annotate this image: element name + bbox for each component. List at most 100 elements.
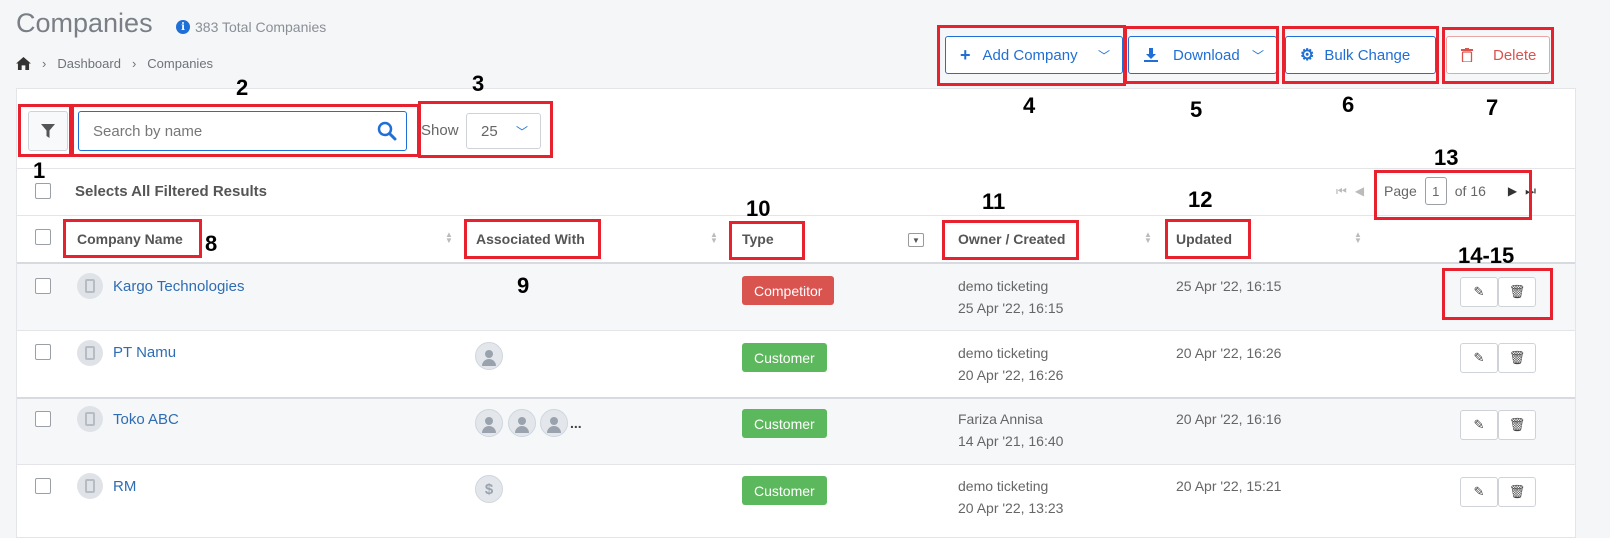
row-delete-button[interactable]: 🗑 bbox=[1498, 410, 1536, 440]
column-updated[interactable]: Updated bbox=[1176, 231, 1232, 247]
more-associations[interactable]: ... bbox=[570, 412, 582, 434]
next-page-icon[interactable]: ▶ bbox=[1508, 184, 1517, 198]
type-filter-dropdown[interactable]: ▼ bbox=[908, 233, 924, 247]
company-name-link[interactable]: RM bbox=[113, 478, 136, 495]
edit-button[interactable]: ✎ bbox=[1460, 410, 1498, 440]
column-associated-with[interactable]: Associated With bbox=[476, 231, 585, 247]
chevron-down-icon: ﹀ bbox=[1251, 48, 1264, 63]
search-icon[interactable] bbox=[377, 121, 397, 141]
trash-icon: 🗑 bbox=[1508, 484, 1526, 499]
trash-icon bbox=[1461, 48, 1473, 62]
add-company-button[interactable]: + Add Company ﹀ bbox=[945, 36, 1123, 74]
breadcrumb-separator: › bbox=[42, 56, 47, 71]
row-delete-button[interactable]: 🗑 bbox=[1498, 343, 1536, 373]
company-icon bbox=[77, 473, 103, 499]
breadcrumb-dashboard[interactable]: Dashboard bbox=[57, 56, 121, 71]
edit-button[interactable]: ✎ bbox=[1460, 477, 1498, 507]
annotation-number: 14-15 bbox=[1458, 243, 1515, 268]
edit-button[interactable]: ✎ bbox=[1460, 277, 1498, 307]
total-companies-text: 383 Total Companies bbox=[195, 19, 327, 35]
divider bbox=[17, 464, 1575, 465]
show-select[interactable]: 25 ﹀ bbox=[466, 113, 541, 149]
company-name-link[interactable]: PT Namu bbox=[113, 344, 176, 361]
owner-created: demo ticketing 20 Apr '22, 16:26 bbox=[958, 342, 1063, 386]
sort-icon[interactable]: ▲ ▼ bbox=[1144, 231, 1152, 245]
row-delete-button[interactable]: 🗑 bbox=[1498, 477, 1536, 507]
page-label: Page bbox=[1384, 183, 1417, 199]
sort-icon[interactable]: ▲ ▼ bbox=[1354, 231, 1362, 245]
user-avatar-icon[interactable] bbox=[540, 409, 568, 437]
gears-icon: ⚙ bbox=[1300, 47, 1315, 64]
download-button[interactable]: Download ﹀ bbox=[1128, 36, 1277, 74]
owner-created: Fariza Annisa 14 Apr '21, 16:40 bbox=[958, 408, 1063, 452]
annotation-number: 10 bbox=[746, 196, 771, 221]
company-name-link[interactable]: Toko ABC bbox=[113, 411, 179, 428]
row-checkbox[interactable] bbox=[35, 344, 51, 360]
column-type[interactable]: Type bbox=[742, 231, 774, 247]
type-badge: Customer bbox=[742, 476, 827, 505]
breadcrumb-separator: › bbox=[131, 56, 137, 71]
annotation-number: 3 bbox=[472, 71, 485, 96]
annotation-number: 8 bbox=[205, 231, 218, 256]
home-icon[interactable] bbox=[16, 57, 31, 70]
row-delete-button[interactable]: 🗑 bbox=[1498, 277, 1536, 307]
user-avatar-icon[interactable] bbox=[475, 409, 503, 437]
user-avatar-icon[interactable] bbox=[475, 342, 503, 370]
download-icon bbox=[1144, 48, 1158, 62]
filter-button[interactable] bbox=[28, 111, 68, 151]
created-date: 14 Apr '21, 16:40 bbox=[958, 433, 1064, 449]
user-avatar-icon[interactable] bbox=[508, 409, 536, 437]
divider bbox=[17, 215, 1575, 216]
annotation-number: 4 bbox=[1023, 93, 1036, 118]
sort-icon[interactable]: ▲ ▼ bbox=[710, 231, 718, 245]
edit-button[interactable]: ✎ bbox=[1460, 343, 1498, 373]
row-checkbox[interactable] bbox=[35, 478, 51, 494]
pagination: ⏮ ◀ Page 1 of 16 ▶ ⏭ bbox=[1336, 177, 1536, 205]
updated-date: 20 Apr '22, 16:16 bbox=[1176, 411, 1282, 427]
add-company-label: Add Company bbox=[982, 46, 1078, 64]
delete-button[interactable]: Delete bbox=[1446, 36, 1550, 74]
company-icon bbox=[77, 273, 103, 299]
show-value: 25 bbox=[481, 122, 498, 140]
edit-icon: ✎ bbox=[1473, 417, 1485, 432]
updated-date: 20 Apr '22, 16:26 bbox=[1176, 345, 1282, 361]
updated-date: 20 Apr '22, 15:21 bbox=[1176, 478, 1282, 494]
page-input[interactable]: 1 bbox=[1424, 177, 1447, 205]
column-owner-created[interactable]: Owner / Created bbox=[958, 231, 1065, 247]
select-all-checkbox[interactable] bbox=[35, 183, 51, 199]
trash-icon: 🗑 bbox=[1508, 284, 1526, 299]
type-badge: Customer bbox=[742, 409, 827, 438]
sort-icon[interactable]: ▲ ▼ bbox=[445, 231, 453, 245]
company-name-link[interactable]: Kargo Technologies bbox=[113, 278, 244, 295]
first-page-icon[interactable]: ⏮ bbox=[1336, 184, 1347, 199]
chevron-down-icon: ﹀ bbox=[515, 124, 528, 139]
updated-date: 25 Apr '22, 16:15 bbox=[1176, 278, 1282, 294]
filter-icon bbox=[41, 124, 55, 138]
edit-icon: ✎ bbox=[1473, 350, 1485, 365]
annotation-number: 12 bbox=[1188, 187, 1213, 212]
bulk-change-button[interactable]: ⚙ Bulk Change bbox=[1285, 36, 1436, 74]
trash-icon: 🗑 bbox=[1508, 417, 1526, 432]
delete-label: Delete bbox=[1493, 46, 1537, 64]
company-icon bbox=[77, 406, 103, 432]
last-page-icon[interactable]: ⏭ bbox=[1525, 184, 1536, 199]
created-date: 20 Apr '22, 16:26 bbox=[958, 367, 1064, 383]
annotation-number: 11 bbox=[982, 189, 1006, 214]
edit-icon: ✎ bbox=[1473, 284, 1485, 299]
divider bbox=[17, 168, 1575, 169]
dollar-icon[interactable]: $ bbox=[475, 475, 503, 503]
annotation-number: 13 bbox=[1434, 145, 1459, 170]
header-checkbox[interactable] bbox=[35, 229, 51, 245]
prev-page-icon[interactable]: ◀ bbox=[1355, 184, 1364, 198]
column-company-name[interactable]: Company Name bbox=[77, 231, 183, 247]
annotation-number: 6 bbox=[1342, 92, 1355, 117]
annotation-number: 5 bbox=[1190, 97, 1203, 122]
row-checkbox[interactable] bbox=[35, 411, 51, 427]
select-all-label: Selects All Filtered Results bbox=[75, 183, 268, 200]
download-label: Download bbox=[1173, 46, 1240, 64]
bulk-change-label: Bulk Change bbox=[1324, 46, 1411, 64]
row-checkbox[interactable] bbox=[35, 278, 51, 294]
plus-icon: + bbox=[960, 44, 971, 65]
search-input[interactable] bbox=[91, 121, 371, 141]
type-badge: Customer bbox=[742, 343, 827, 372]
